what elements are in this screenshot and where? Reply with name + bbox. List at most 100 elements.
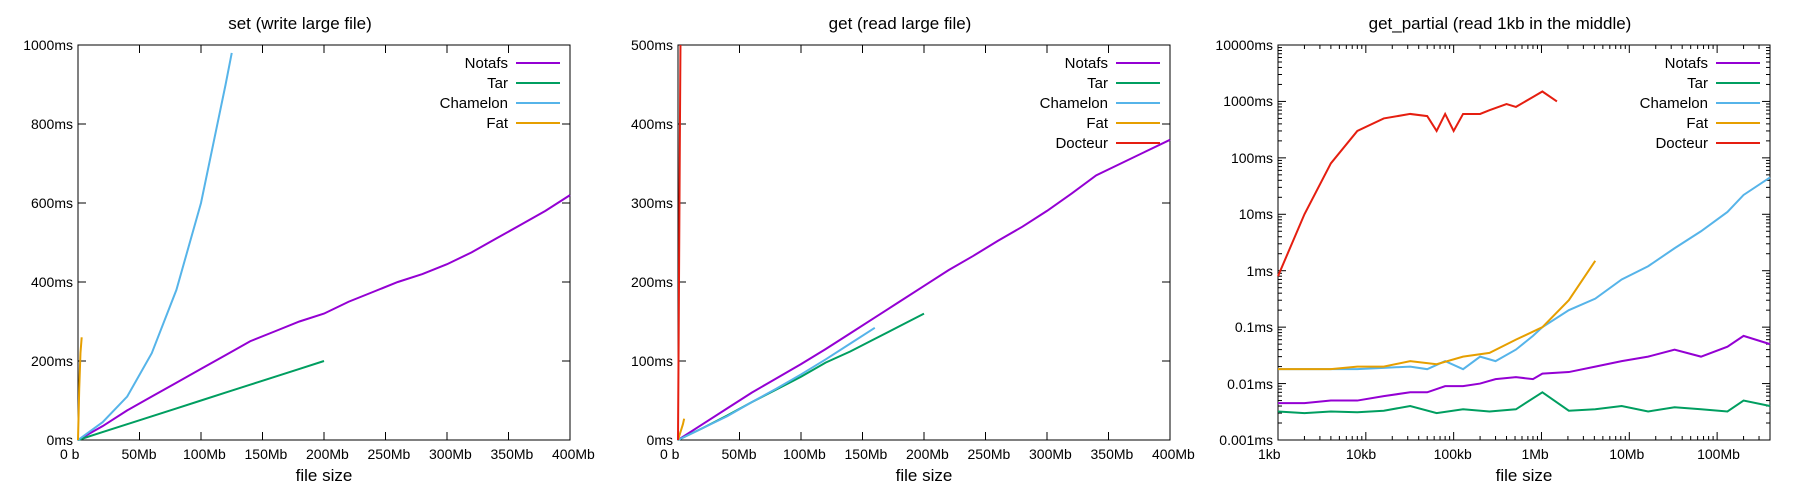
legend-label: Docteur — [1055, 135, 1108, 152]
series-docteur — [1278, 91, 1557, 276]
y-tick-label: 1000ms — [23, 37, 73, 53]
legend-item: Notafs — [440, 53, 560, 73]
x-tick-label: 100Mb — [183, 446, 226, 462]
x-tick-label: 200Mb — [906, 446, 949, 462]
series-fat — [78, 337, 82, 440]
legend-swatch — [1716, 142, 1760, 144]
legend-label: Tar — [1087, 75, 1108, 92]
legend-label: Notafs — [1065, 55, 1108, 72]
series-notafs — [78, 195, 570, 440]
legend-item: Tar — [1640, 73, 1760, 93]
x-tick-label: 10kb — [1346, 446, 1376, 462]
x-tick-label: 100kb — [1434, 446, 1472, 462]
legend-swatch — [1116, 82, 1160, 84]
legend-item: Chamelon — [1640, 93, 1760, 113]
y-tick-label: 200ms — [31, 353, 73, 369]
legend-label: Chamelon — [440, 95, 508, 112]
legend-swatch — [1116, 142, 1160, 144]
y-tick-label: 200ms — [631, 274, 673, 290]
legend-swatch — [516, 62, 560, 64]
y-tick-label: 10ms — [1239, 206, 1273, 222]
x-axis-label: file size — [1278, 466, 1770, 486]
legend-label: Notafs — [465, 55, 508, 72]
x-tick-label: 400Mb — [1152, 446, 1195, 462]
x-tick-label: 200Mb — [306, 446, 349, 462]
x-tick-label: 300Mb — [1029, 446, 1072, 462]
x-tick-label: 0 b — [660, 446, 679, 462]
legend-item: Notafs — [1040, 53, 1160, 73]
y-tick-label: 500ms — [631, 37, 673, 53]
y-tick-label: 0.01ms — [1227, 376, 1273, 392]
legend-label: Fat — [486, 115, 508, 132]
legend-swatch — [1716, 102, 1760, 104]
y-tick-label: 300ms — [631, 195, 673, 211]
y-tick-label: 1ms — [1247, 263, 1273, 279]
legend-label: Tar — [1687, 75, 1708, 92]
y-tick-label: 1000ms — [1223, 93, 1273, 109]
series-chamelon — [1278, 177, 1770, 369]
series-chamelon — [678, 328, 875, 440]
series-tar — [1278, 392, 1770, 413]
y-tick-label: 10000ms — [1215, 37, 1273, 53]
series-tar — [678, 314, 924, 440]
legend-swatch — [1116, 102, 1160, 104]
x-tick-label: 50Mb — [122, 446, 157, 462]
y-tick-label: 100ms — [631, 353, 673, 369]
legend-label: Chamelon — [1040, 95, 1108, 112]
legend-label: Chamelon — [1640, 95, 1708, 112]
legend-item: Docteur — [1640, 133, 1760, 153]
x-axis-label: file size — [78, 466, 570, 486]
legend-swatch — [516, 102, 560, 104]
legend-swatch — [1716, 122, 1760, 124]
y-tick-label: 800ms — [31, 116, 73, 132]
y-tick-label: 400ms — [31, 274, 73, 290]
x-tick-label: 10Mb — [1609, 446, 1644, 462]
series-tar — [78, 361, 324, 440]
x-tick-label: 1kb — [1258, 446, 1281, 462]
legend-label: Tar — [487, 75, 508, 92]
legend-label: Docteur — [1655, 135, 1708, 152]
chart-panel: get (read large file)0ms100ms200ms300ms4… — [600, 0, 1200, 500]
legend-swatch — [1116, 62, 1160, 64]
x-tick-label: 300Mb — [429, 446, 472, 462]
legend-label: Fat — [1086, 115, 1108, 132]
x-tick-label: 100Mb — [783, 446, 826, 462]
x-tick-label: 50Mb — [722, 446, 757, 462]
y-tick-label: 400ms — [631, 116, 673, 132]
legend-item: Chamelon — [440, 93, 560, 113]
x-tick-label: 150Mb — [245, 446, 288, 462]
series-notafs — [678, 140, 1170, 440]
series-fat — [1278, 261, 1595, 369]
chart-panel: get_partial (read 1kb in the middle)0.00… — [1200, 0, 1800, 500]
legend-swatch — [1716, 82, 1760, 84]
legend-item: Fat — [1040, 113, 1160, 133]
legend-item: Chamelon — [1040, 93, 1160, 113]
legend: Notafs Tar Chamelon Fat Docteur — [1640, 53, 1760, 153]
legend-label: Notafs — [1665, 55, 1708, 72]
legend-item: Tar — [1040, 73, 1160, 93]
legend-item: Docteur — [1040, 133, 1160, 153]
x-tick-label: 1Mb — [1521, 446, 1548, 462]
y-tick-label: 600ms — [31, 195, 73, 211]
legend: Notafs Tar Chamelon Fat Docteur — [1040, 53, 1160, 153]
legend-label: Fat — [1686, 115, 1708, 132]
legend-swatch — [1716, 62, 1760, 64]
legend: Notafs Tar Chamelon Fat — [440, 53, 560, 133]
legend-swatch — [516, 122, 560, 124]
series-chamelon — [78, 53, 232, 440]
x-tick-label: 250Mb — [968, 446, 1011, 462]
legend-item: Fat — [1640, 113, 1760, 133]
x-tick-label: 350Mb — [1091, 446, 1134, 462]
x-tick-label: 0 b — [60, 446, 79, 462]
legend-item: Notafs — [1640, 53, 1760, 73]
x-tick-label: 350Mb — [491, 446, 534, 462]
x-tick-label: 250Mb — [368, 446, 411, 462]
x-tick-label: 150Mb — [845, 446, 888, 462]
chart-panel: set (write large file)0ms200ms400ms600ms… — [0, 0, 600, 500]
x-tick-label: 100Mb — [1697, 446, 1740, 462]
legend-swatch — [1116, 122, 1160, 124]
legend-item: Fat — [440, 113, 560, 133]
y-tick-label: 100ms — [1231, 150, 1273, 166]
y-tick-label: 0.1ms — [1235, 319, 1273, 335]
legend-item: Tar — [440, 73, 560, 93]
